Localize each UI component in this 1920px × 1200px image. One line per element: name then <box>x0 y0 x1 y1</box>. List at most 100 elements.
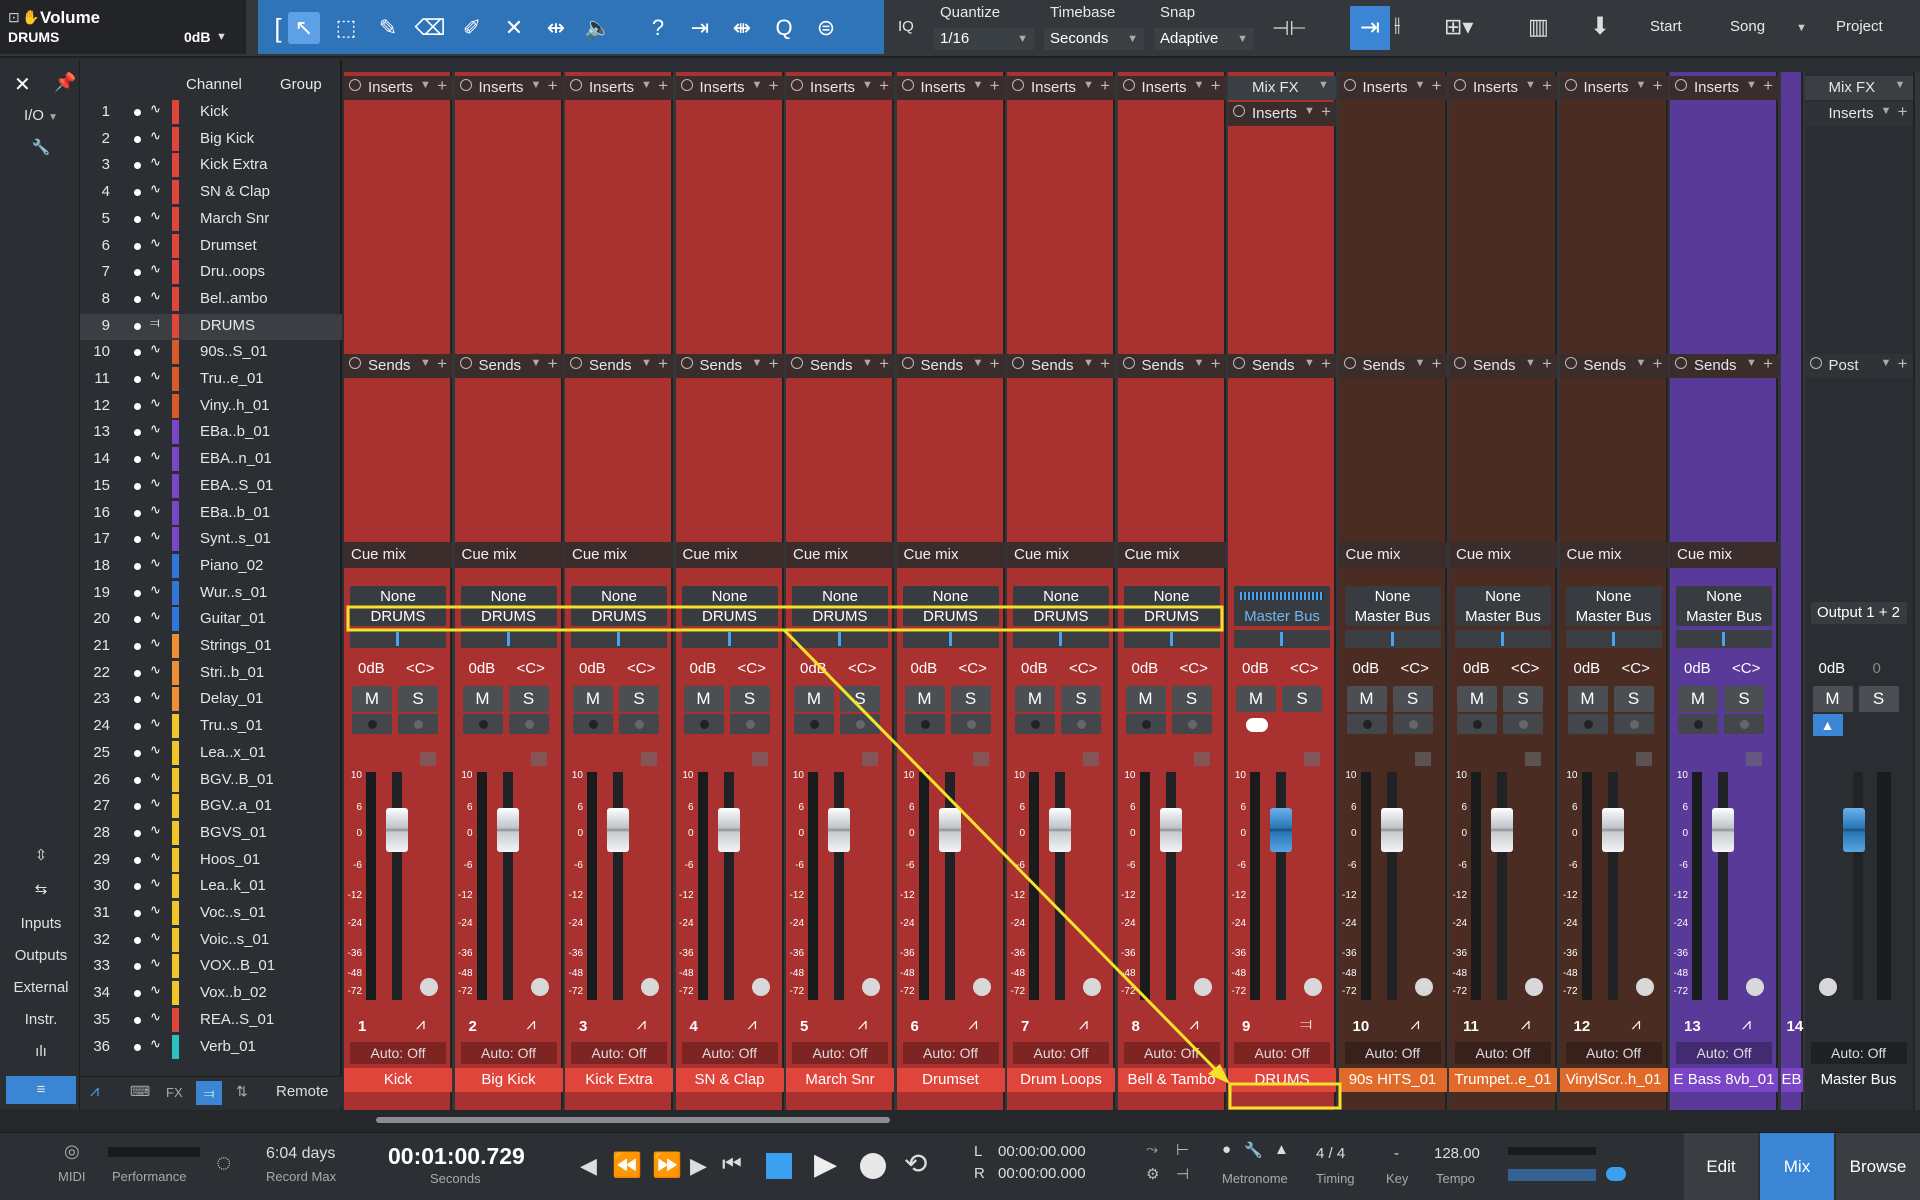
pan-slider[interactable] <box>350 630 446 648</box>
inserts-header[interactable]: Inserts ▼ + <box>1228 102 1336 126</box>
follow-icon[interactable]: ⇥ <box>1350 6 1390 50</box>
pan-slider[interactable] <box>1123 630 1220 648</box>
record-arm-button[interactable] <box>1567 714 1608 734</box>
sends-header[interactable]: Sends ▼ + <box>454 354 563 378</box>
monitor-button[interactable] <box>1061 714 1101 734</box>
cue-mix-label[interactable]: Cue mix <box>786 542 894 568</box>
time-display[interactable]: 00:01:00.729 <box>388 1143 525 1170</box>
visibility-icon[interactable] <box>134 376 141 383</box>
mute-button[interactable]: M <box>1567 686 1608 712</box>
tempo-value[interactable]: 128.00 <box>1434 1145 1480 1162</box>
visibility-icon[interactable] <box>134 990 141 998</box>
output-select[interactable]: DRUMS <box>1124 608 1220 625</box>
input-select[interactable]: None <box>682 588 778 605</box>
record-arm-button[interactable] <box>683 714 724 734</box>
channel-list-item[interactable]: 16 ∿ EBa..b_01 <box>80 500 342 528</box>
solo-button[interactable]: S <box>840 686 880 712</box>
channel-list-item[interactable]: 10 ∿ 90s..S_01 <box>80 340 342 367</box>
preroll-icon[interactable]: ⊢ <box>1176 1141 1189 1159</box>
channel-list-item[interactable]: 15 ∿ EBA..S_01 <box>80 473 342 501</box>
video-icon[interactable]: ▥ <box>1528 14 1549 40</box>
monitor-button[interactable] <box>1613 714 1654 734</box>
output-select[interactable]: DRUMS <box>461 608 557 625</box>
pan-readout[interactable]: <C> <box>517 660 545 677</box>
mute-button[interactable]: M <box>352 686 392 712</box>
inserts-header[interactable]: Inserts ▼ + <box>675 76 784 100</box>
monitor-button[interactable] <box>398 714 438 734</box>
record-arm-button[interactable] <box>1346 714 1387 734</box>
solo-button[interactable]: S <box>1724 686 1764 712</box>
fader-options-icon[interactable] <box>1304 752 1320 766</box>
volume-readout[interactable]: 0dB <box>1819 660 1846 677</box>
pan-slider[interactable] <box>681 630 778 648</box>
pan-readout[interactable]: <C> <box>627 660 655 677</box>
instr-button[interactable]: Instr. <box>6 1006 76 1034</box>
channel-list-item[interactable]: 32 ∿ Voic..s_01 <box>80 927 342 955</box>
post-header[interactable]: Post ▼ + <box>1804 354 1913 378</box>
input-select[interactable]: None <box>571 588 667 605</box>
visibility-icon[interactable] <box>134 616 141 624</box>
input-select[interactable]: None <box>1345 588 1441 605</box>
channel-list-item[interactable]: 2 ∿ Big Kick <box>80 126 342 154</box>
channel-list-item[interactable]: 14 ∿ EBA..n_01 <box>80 447 342 474</box>
mute-button[interactable]: M <box>794 686 834 712</box>
automation-mode[interactable]: Auto: Off <box>902 1042 999 1064</box>
trim-knob[interactable] <box>1635 978 1654 996</box>
volume-readout[interactable]: 0dB <box>1021 660 1048 677</box>
pan-readout[interactable]: <C> <box>1732 660 1760 677</box>
channel-list-item[interactable]: 8 ∿ Bel..ambo <box>80 286 342 314</box>
trim-knob[interactable] <box>1083 978 1101 996</box>
key-value[interactable]: - <box>1394 1145 1399 1162</box>
autopunch-icon[interactable]: ⊣ <box>1176 1165 1189 1183</box>
record-arm-button[interactable] <box>462 714 503 734</box>
solo-button[interactable]: S <box>398 686 438 712</box>
listen-tool-icon[interactable]: 🔈 <box>582 12 614 44</box>
link-toggle[interactable] <box>1246 718 1268 732</box>
wrench-icon[interactable]: 🔧 <box>6 134 76 162</box>
visibility-icon[interactable] <box>134 322 141 330</box>
volume-readout[interactable]: 0dB <box>911 660 938 677</box>
visibility-icon[interactable] <box>134 242 141 250</box>
solo-button[interactable]: S <box>1392 686 1433 712</box>
channel-list-item[interactable]: 35 ∿ REA..S_01 <box>80 1007 342 1035</box>
pan-readout[interactable]: <C> <box>1401 660 1429 677</box>
visibility-icon[interactable] <box>134 669 141 677</box>
grid-icon[interactable]: ⊞▾ <box>1444 14 1473 40</box>
input-output-routing[interactable]: None Master Bus <box>1455 586 1551 626</box>
monitor-button[interactable] <box>840 714 880 734</box>
channel-list-item[interactable]: 26 ∿ BGV..B_01 <box>80 767 342 795</box>
solo-button[interactable]: S <box>619 686 659 712</box>
paint-tool-icon[interactable]: ✐ <box>456 12 488 44</box>
visibility-icon[interactable] <box>134 135 141 143</box>
monitor-button[interactable] <box>1392 714 1433 734</box>
volume-fader[interactable] <box>1049 808 1071 852</box>
mute-button[interactable]: M <box>1812 686 1853 712</box>
pan-slider[interactable] <box>902 630 999 648</box>
pan-readout[interactable]: <C> <box>959 660 987 677</box>
trim-knob[interactable] <box>420 978 438 996</box>
record-arm-button[interactable] <box>352 714 392 734</box>
quantize-select[interactable]: 1/16 ▼ <box>934 28 1034 50</box>
metronome-icon[interactable]: ▲ <box>1812 714 1843 736</box>
pan-slider[interactable] <box>460 630 557 648</box>
inserts-header[interactable]: Inserts ▼ + <box>1338 76 1447 100</box>
monitor-button[interactable] <box>508 714 549 734</box>
input-select[interactable]: None <box>1124 588 1220 605</box>
input-output-routing[interactable]: None DRUMS <box>902 586 999 626</box>
pan-slider[interactable] <box>1234 630 1330 648</box>
mute-button[interactable]: M <box>573 686 613 712</box>
sends-header[interactable]: Sends ▼ + <box>896 354 1005 378</box>
iq-label[interactable]: IQ <box>898 18 914 35</box>
inserts-header[interactable]: Inserts ▼ + <box>1449 76 1557 100</box>
strip-name[interactable]: VinylScr..h_01 <box>1559 1068 1668 1092</box>
visibility-icon[interactable] <box>134 723 141 731</box>
pan-slider[interactable] <box>1013 630 1109 648</box>
volume-fader[interactable] <box>938 808 961 852</box>
volume-readout[interactable]: 0dB <box>1574 660 1601 677</box>
loop-left-time[interactable]: 00:00:00.000 <box>998 1143 1086 1160</box>
output-select[interactable]: Master Bus <box>1455 608 1551 625</box>
solo-button[interactable]: S <box>1858 686 1899 712</box>
monitor-button[interactable] <box>1724 714 1764 734</box>
visibility-icon[interactable] <box>134 856 141 864</box>
strip-name[interactable]: 90s HITS_01 <box>1338 1068 1447 1092</box>
